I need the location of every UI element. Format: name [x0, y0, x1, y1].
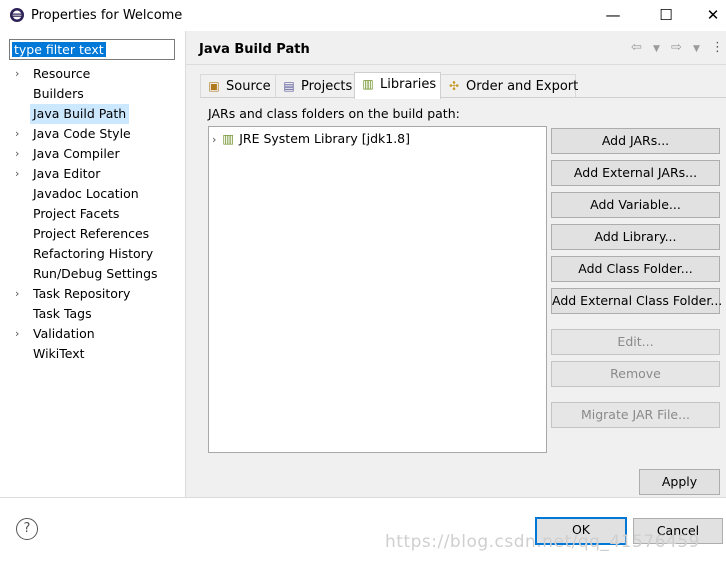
sidebar-item-label: Java Editor	[33, 166, 101, 181]
chevron-right-icon[interactable]: ›	[15, 144, 25, 164]
add-variable-button[interactable]: Add Variable...	[551, 192, 720, 218]
filter-input-text: type filter text	[12, 42, 106, 57]
minimize-button[interactable]: —	[590, 0, 636, 31]
back-dropdown-icon[interactable]: ▼	[653, 44, 660, 54]
sidebar-item[interactable]: Refactoring History	[0, 244, 184, 264]
tab-source[interactable]: ▣ Source	[200, 74, 276, 98]
forward-arrow-icon[interactable]: ⇨	[671, 40, 682, 55]
sidebar-item-label: Builders	[33, 86, 84, 101]
libraries-icon: ▥	[362, 77, 374, 91]
add-library-button[interactable]: Add Library...	[551, 224, 720, 250]
sidebar-item[interactable]: Project Facets	[0, 204, 184, 224]
sidebar-item[interactable]: › Java Code Style	[0, 124, 184, 144]
sidebar-item-label: Java Build Path	[30, 104, 130, 124]
apply-button[interactable]: Apply	[639, 469, 720, 495]
window-title: Properties for Welcome	[31, 8, 183, 23]
back-arrow-icon[interactable]: ⇦	[631, 40, 642, 55]
page-title: Java Build Path	[199, 42, 310, 57]
add-jars-button[interactable]: Add JARs...	[551, 128, 720, 154]
sidebar-item[interactable]: › Java Editor	[0, 164, 184, 184]
build-path-label: JARs and class folders on the build path…	[208, 106, 460, 121]
tab-libraries[interactable]: ▥ Libraries	[354, 72, 441, 99]
sidebar-item-label: Validation	[33, 326, 95, 341]
edit-button[interactable]: Edit...	[551, 329, 720, 355]
sidebar-item-label: Java Compiler	[33, 146, 120, 161]
sidebar-item-label: Task Repository	[33, 286, 131, 301]
source-folder-icon: ▣	[208, 79, 220, 93]
projects-icon: ▤	[283, 79, 295, 93]
library-icon: ▥	[222, 131, 235, 146]
chevron-right-icon[interactable]: ›	[15, 324, 25, 344]
maximize-button[interactable]: ☐	[643, 0, 689, 31]
help-icon[interactable]: ?	[16, 518, 38, 540]
sidebar-item[interactable]: Project References	[0, 224, 184, 244]
chevron-right-icon[interactable]: ›	[212, 133, 216, 146]
watermark: https://blog.csdn.net/qq_41576459	[385, 532, 700, 552]
add-class-folder-button[interactable]: Add Class Folder...	[551, 256, 720, 282]
view-menu-icon[interactable]: ⋮	[711, 40, 724, 55]
sidebar-item[interactable]: Java Build Path	[0, 104, 184, 124]
order-export-icon: ✣	[448, 79, 460, 93]
filter-input[interactable]: type filter text	[9, 39, 175, 60]
tab-projects-label: Projects	[301, 79, 353, 94]
footer-divider	[0, 497, 726, 498]
sidebar-item[interactable]: › Java Compiler	[0, 144, 184, 164]
sidebar-item-label: Task Tags	[33, 306, 92, 321]
sidebar-item[interactable]: › Validation	[0, 324, 184, 344]
sidebar-item-label: Java Code Style	[33, 126, 131, 141]
build-path-tree[interactable]	[208, 126, 547, 453]
chevron-right-icon[interactable]: ›	[15, 284, 25, 304]
chevron-right-icon[interactable]: ›	[15, 124, 25, 144]
sidebar-item-label: Javadoc Location	[33, 186, 139, 201]
sidebar-item[interactable]: Run/Debug Settings	[0, 264, 184, 284]
sidebar-item-label: Project Facets	[33, 206, 120, 221]
tab-order-and-export[interactable]: ✣ Order and Export	[440, 74, 579, 98]
tab-source-label: Source	[226, 79, 271, 94]
chevron-right-icon[interactable]: ›	[15, 64, 25, 84]
add-external-class-folder-button[interactable]: Add External Class Folder...	[551, 288, 722, 314]
migrate-jar-button[interactable]: Migrate JAR File...	[551, 402, 720, 428]
sidebar-item[interactable]: › Task Repository	[0, 284, 184, 304]
sidebar-item[interactable]: WikiText	[0, 344, 184, 364]
sidebar-item-label: Run/Debug Settings	[33, 266, 158, 281]
sidebar-item[interactable]: Task Tags	[0, 304, 184, 324]
tab-libraries-label: Libraries	[380, 77, 437, 92]
forward-dropdown-icon[interactable]: ▼	[693, 44, 700, 54]
close-button[interactable]: ✕	[690, 0, 726, 31]
chevron-right-icon[interactable]: ›	[15, 164, 25, 184]
sidebar-item-label: Resource	[33, 66, 91, 81]
eclipse-icon	[10, 8, 24, 22]
tab-projects[interactable]: ▤ Projects	[275, 74, 355, 98]
remove-button[interactable]: Remove	[551, 361, 720, 387]
sidebar-item[interactable]: Javadoc Location	[0, 184, 184, 204]
sidebar-item-label: Refactoring History	[33, 246, 154, 261]
sidebar-item[interactable]: Builders	[0, 84, 184, 104]
tab-order-and-export-label: Order and Export	[466, 79, 579, 94]
sidebar-item[interactable]: › Resource	[0, 64, 184, 84]
add-external-jars-button[interactable]: Add External JARs...	[551, 160, 720, 186]
tree-item-jre[interactable]: › ▥ JRE System Library [jdk1.8]	[212, 130, 410, 148]
sidebar-item-label: Project References	[33, 226, 150, 241]
tree-item-label: JRE System Library [jdk1.8]	[239, 131, 411, 146]
sidebar-item-label: WikiText	[33, 346, 85, 361]
header-divider	[186, 64, 726, 65]
